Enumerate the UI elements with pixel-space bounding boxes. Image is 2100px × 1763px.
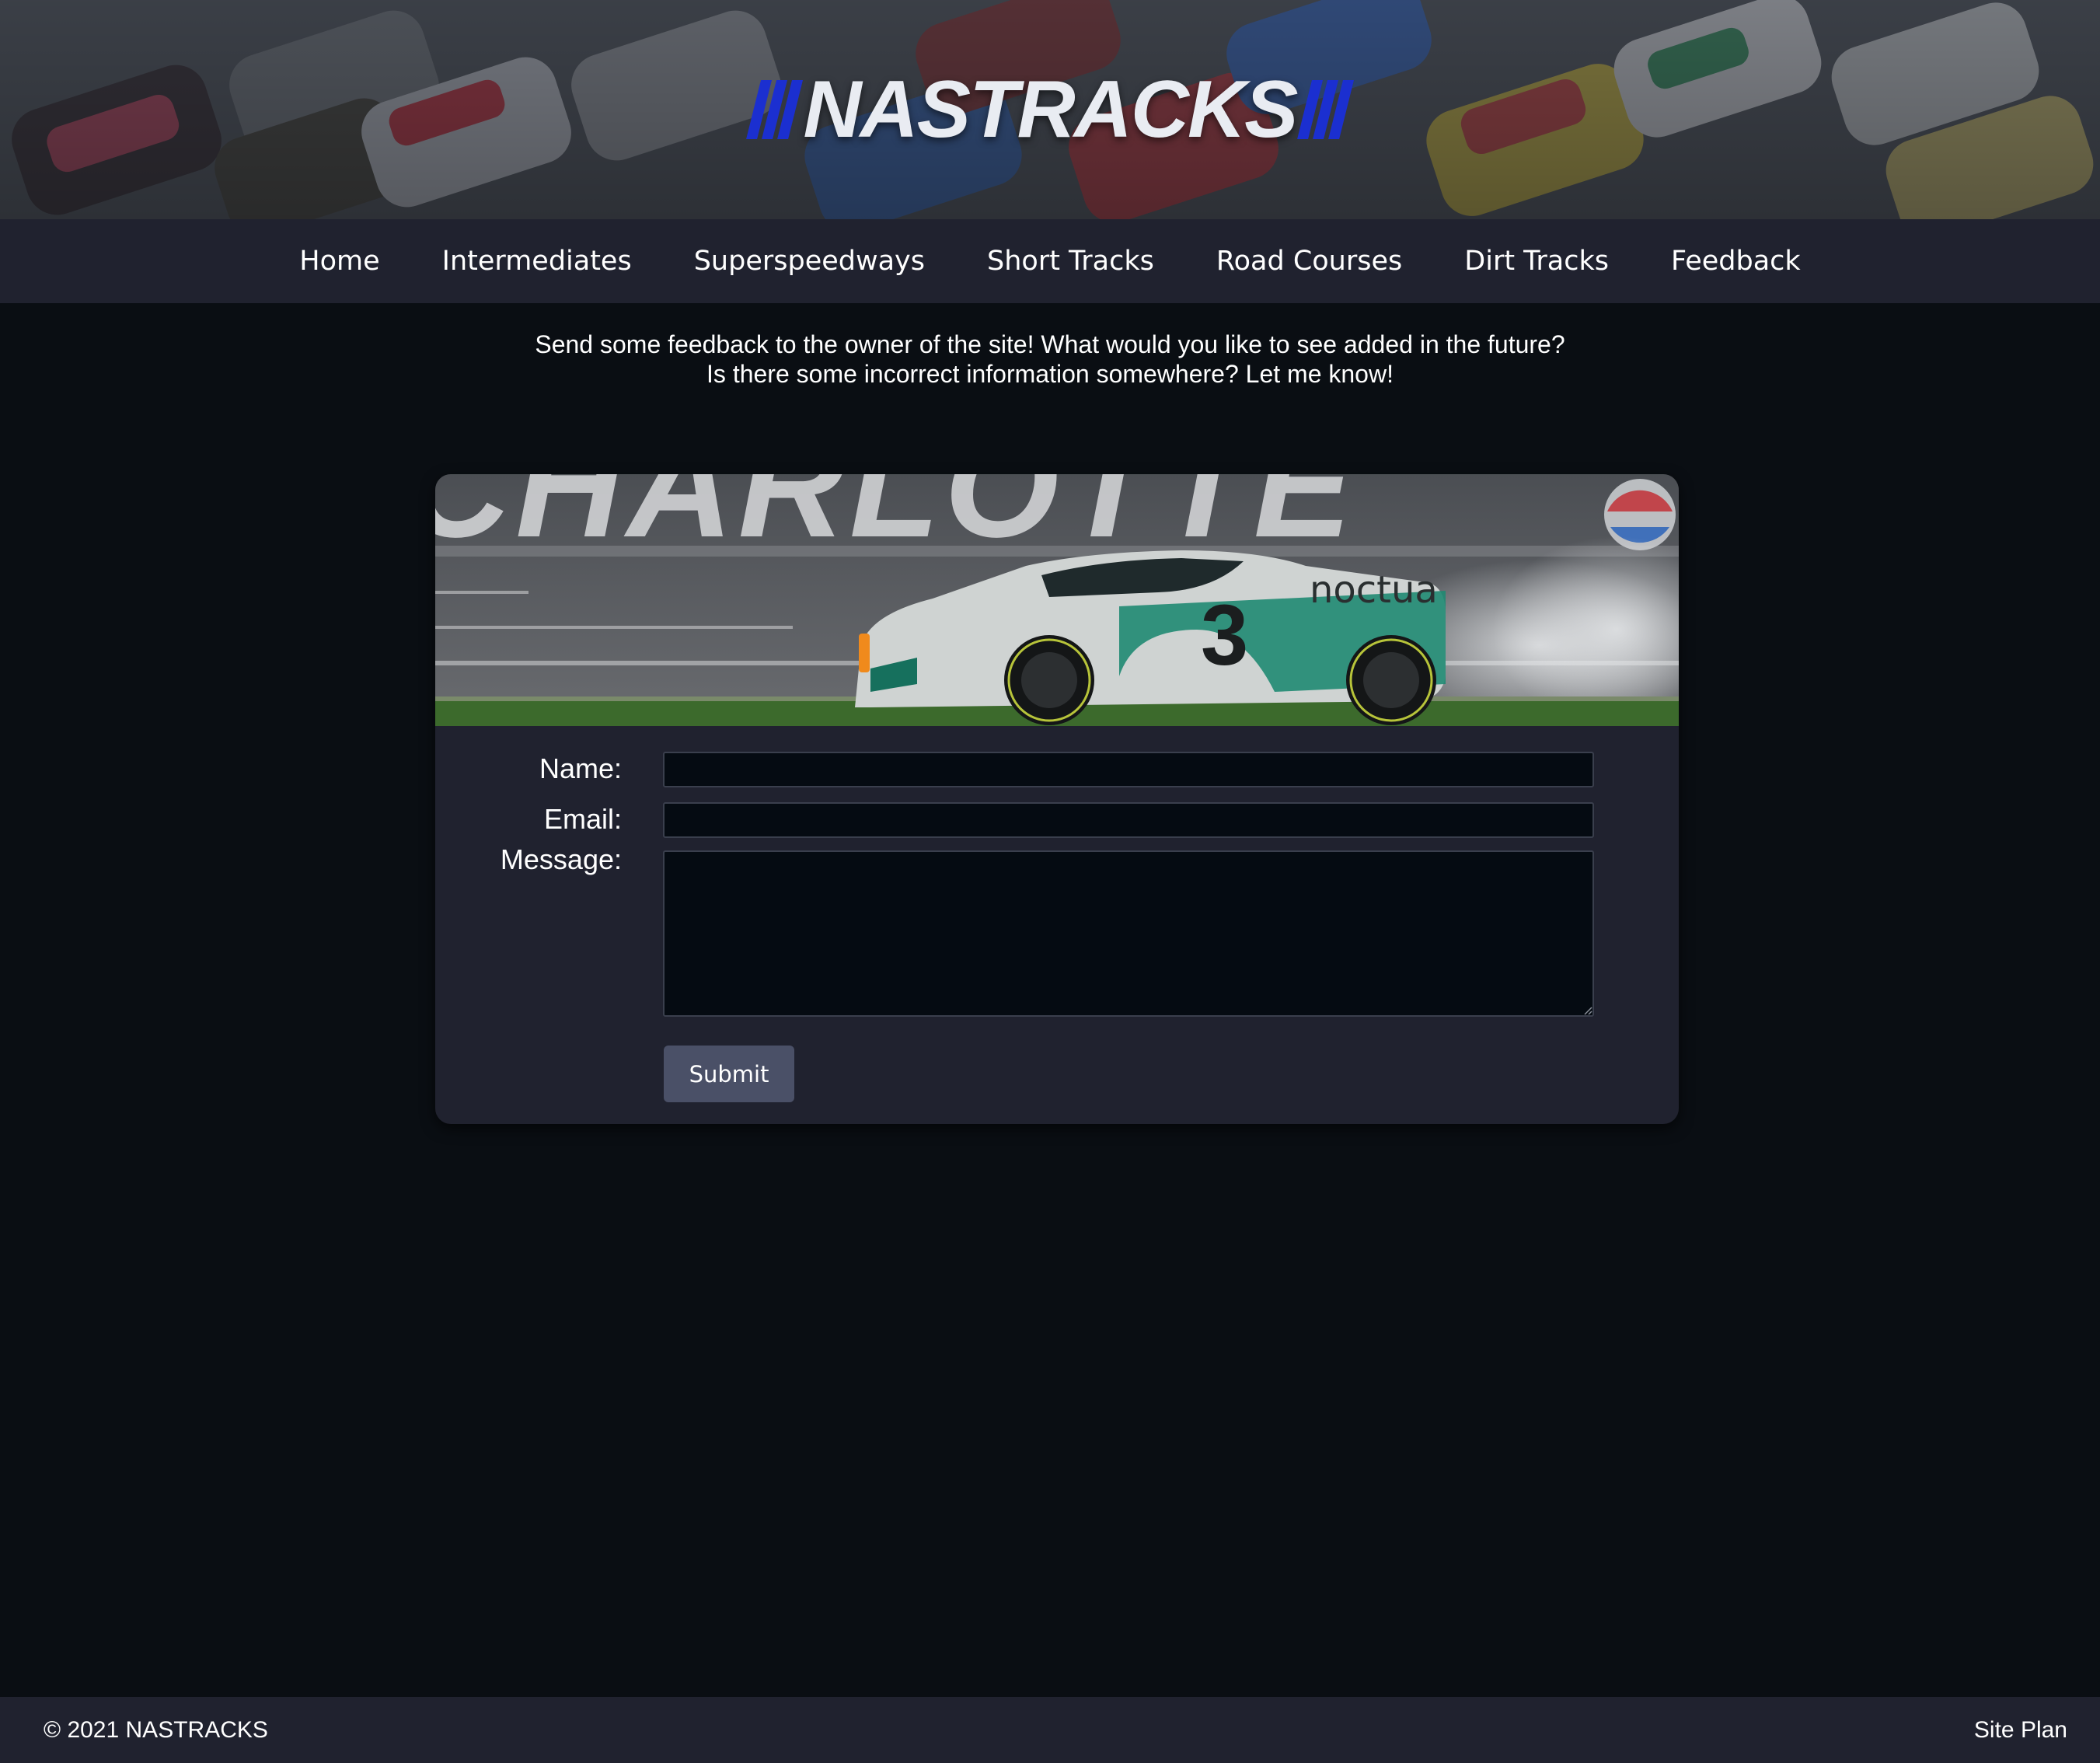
site-logo[interactable]: NASTRACKS bbox=[746, 65, 1354, 155]
resize-handle-icon[interactable] bbox=[1583, 1006, 1592, 1015]
nav-item-dirt-tracks[interactable]: Dirt Tracks bbox=[1433, 246, 1640, 277]
logo-wordmark: NASTRACKS bbox=[803, 65, 1299, 155]
nav-item-home[interactable]: Home bbox=[268, 246, 410, 277]
nav-item-short-tracks[interactable]: Short Tracks bbox=[956, 246, 1185, 277]
email-label: Email: bbox=[543, 803, 622, 835]
intro-line-1: Send some feedback to the owner of the s… bbox=[535, 330, 1565, 358]
message-textarea[interactable] bbox=[663, 850, 1594, 1017]
hero-car-number: 3 bbox=[1201, 588, 1248, 683]
nav-item-intermediates[interactable]: Intermediates bbox=[411, 246, 663, 277]
message-label: Message: bbox=[500, 843, 622, 875]
site-footer: © 2021 NASTRACKS Site Plan bbox=[0, 1697, 2100, 1763]
footer-copyright: © 2021 NASTRACKS bbox=[44, 1716, 268, 1743]
main-navigation: Home Intermediates Superspeedways Short … bbox=[0, 219, 2100, 303]
name-input[interactable] bbox=[663, 752, 1594, 787]
nav-item-feedback[interactable]: Feedback bbox=[1640, 246, 1832, 277]
feedback-intro-text: Send some feedback to the owner of the s… bbox=[0, 330, 2100, 389]
feedback-form-card: CHARLOTTE 3 noctua Name: Email: Message:… bbox=[435, 474, 1679, 1124]
race-car-hero-image: CHARLOTTE 3 noctua bbox=[435, 474, 1679, 726]
intro-line-2: Is there some incorrect information some… bbox=[706, 360, 1394, 388]
site-plan-link[interactable]: Site Plan bbox=[1974, 1717, 2067, 1744]
email-input[interactable] bbox=[663, 802, 1594, 838]
nav-item-road-courses[interactable]: Road Courses bbox=[1185, 246, 1433, 277]
logo-right-stripes bbox=[1296, 80, 1354, 139]
nav-item-superspeedways[interactable]: Superspeedways bbox=[663, 246, 956, 277]
submit-button[interactable]: Submit bbox=[664, 1046, 794, 1102]
site-header: NASTRACKS bbox=[0, 0, 2100, 219]
logo-left-stripes bbox=[746, 80, 804, 139]
name-label: Name: bbox=[539, 752, 622, 784]
hero-car-sponsor: noctua bbox=[1310, 568, 1438, 612]
